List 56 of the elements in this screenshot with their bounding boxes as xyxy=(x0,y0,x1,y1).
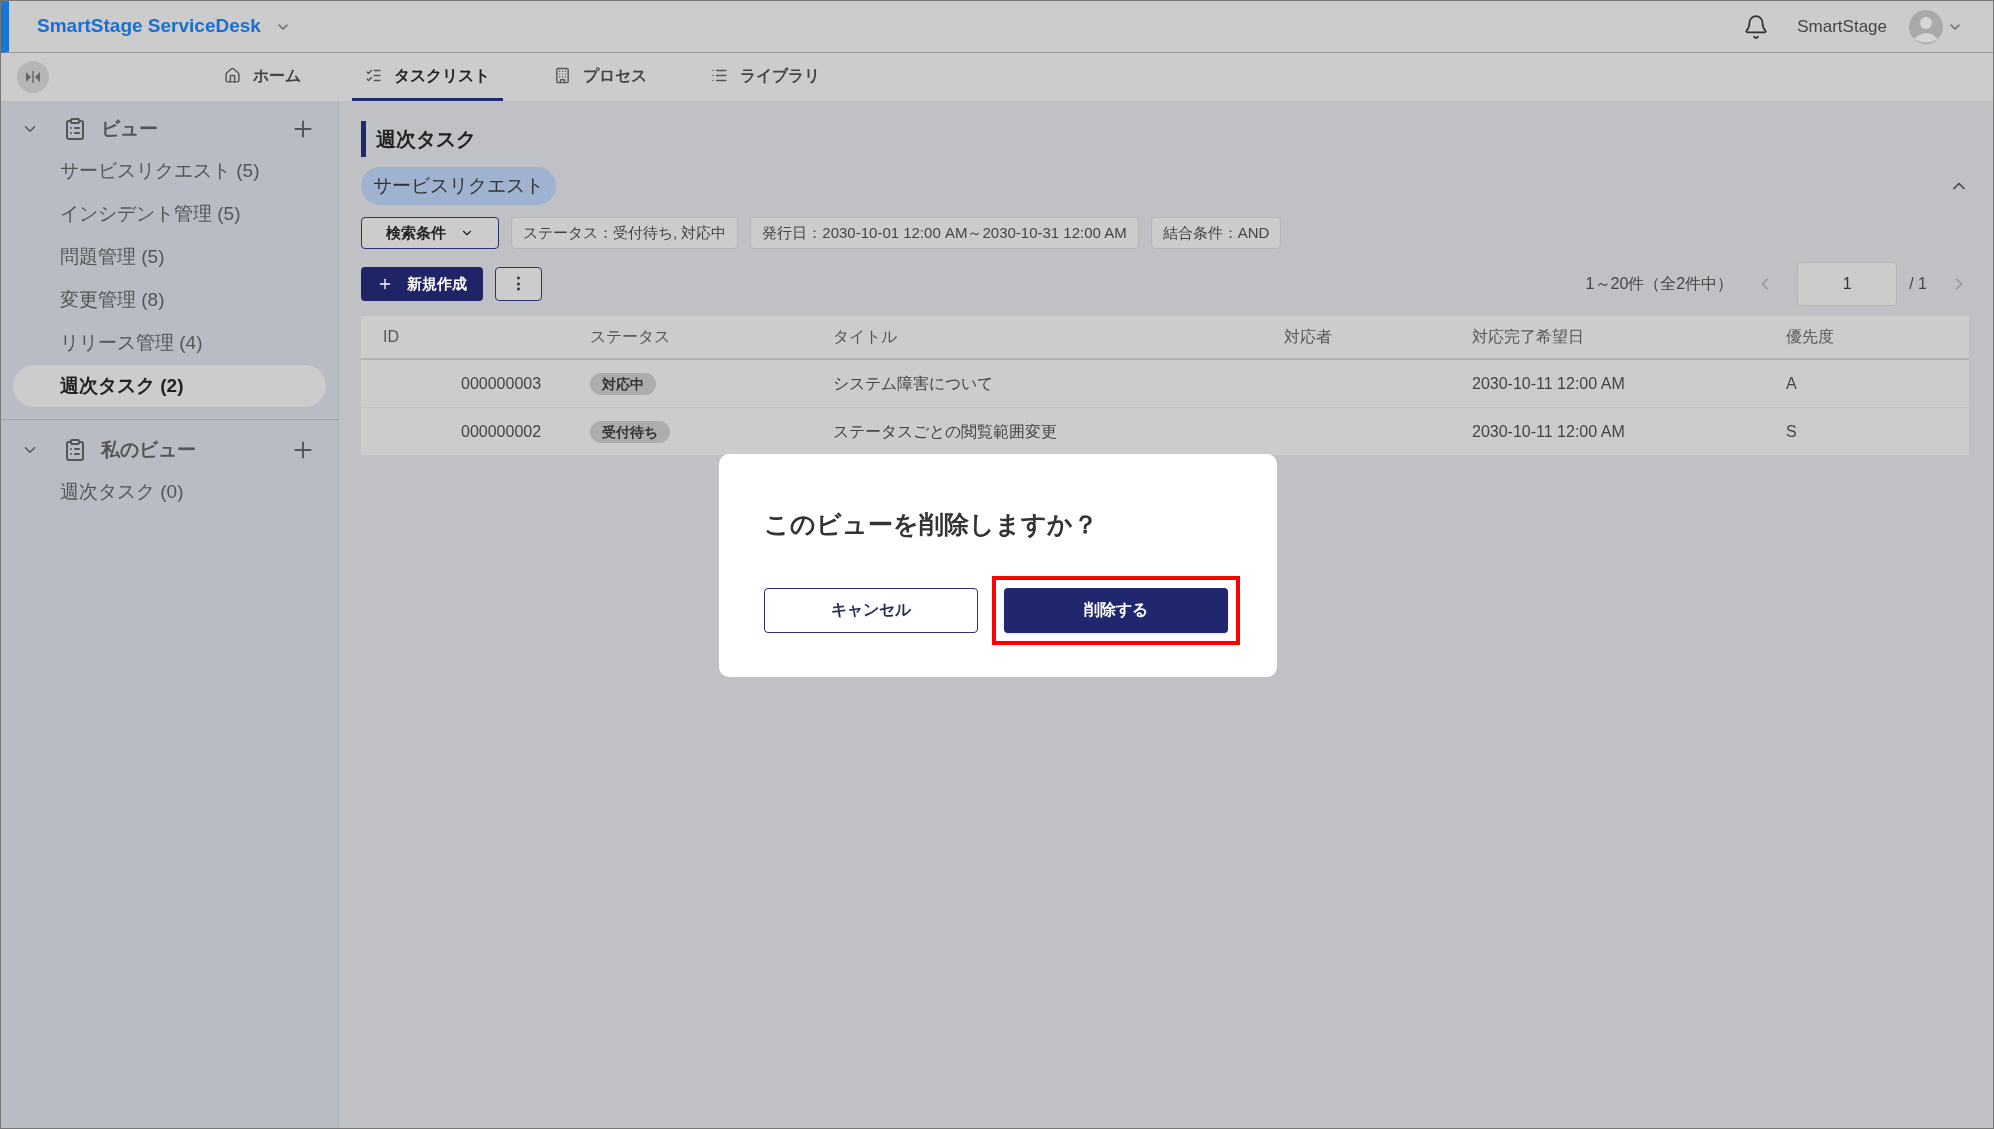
category-chip: サービスリクエスト xyxy=(361,167,556,205)
sidebar-item[interactable]: インシデント管理 (5) xyxy=(13,193,326,235)
sidebar-item[interactable]: 変更管理 (8) xyxy=(13,279,326,321)
list-icon xyxy=(711,67,728,84)
app-title[interactable]: SmartStage ServiceDesk xyxy=(37,12,261,41)
nav-tab[interactable]: プロセス xyxy=(541,53,660,101)
column-header: 優先度 xyxy=(1786,328,1834,345)
search-conditions-button[interactable]: 検索条件 xyxy=(361,217,499,249)
collapse-icon xyxy=(25,71,41,83)
table-cell: S xyxy=(1786,422,1797,440)
view-title: 週次タスク xyxy=(376,127,476,152)
clipboard-icon xyxy=(63,438,87,462)
sidebar-item[interactable]: サービスリクエスト (5) xyxy=(13,150,326,192)
column-header: タイトル xyxy=(833,328,897,345)
nav-tab[interactable]: タスクリスト xyxy=(352,53,503,101)
column-header: 対応完了希望日 xyxy=(1472,328,1584,345)
column-header: ステータス xyxy=(590,328,670,345)
sidebar-item[interactable]: 問題管理 (5) xyxy=(13,236,326,278)
checklist-icon xyxy=(365,67,382,84)
nav-tab[interactable]: ライブラリ xyxy=(698,53,833,101)
filter-chip: 発行日：2030-10-01 12:00 AM～2030-10-31 12:00 AM xyxy=(750,217,1139,249)
clipboard-icon xyxy=(63,117,87,141)
section-title: ビュー xyxy=(101,116,158,141)
column-header: ID xyxy=(383,328,399,345)
table-cell: ステータスごとの閲覧範囲変更 xyxy=(833,422,1057,440)
table-cell: システム障害について xyxy=(833,374,993,392)
title-accent-bar xyxy=(361,121,366,157)
cancel-button[interactable]: キャンセル xyxy=(764,587,978,633)
filter-chip: ステータス：受付待ち, 対応中 xyxy=(511,217,739,249)
filter-chip: 結合条件：AND xyxy=(1150,217,1282,249)
delete-button[interactable]: 削除する xyxy=(1004,587,1228,633)
building-icon xyxy=(554,67,571,84)
table-cell: A xyxy=(1786,374,1797,392)
sidebar-item[interactable]: 週次タスク (0) xyxy=(13,471,326,513)
table-cell: 2030-10-11 12:00 AM xyxy=(1472,374,1625,392)
table-cell: 000000003 xyxy=(461,374,542,392)
status-badge: 受付待ち xyxy=(590,420,670,443)
new-button[interactable]: 新規作成 xyxy=(361,267,483,301)
page-field[interactable]: 1 xyxy=(1797,262,1898,306)
plus-icon xyxy=(377,276,393,292)
home-icon xyxy=(224,67,241,84)
dialog-message: このビューを削除しますか？ xyxy=(764,509,1099,540)
user-name: SmartStage xyxy=(1797,15,1887,38)
sidebar-item[interactable]: 週次タスク (2) xyxy=(13,365,326,407)
pagination-range: 1～20件（全2件中） xyxy=(1585,274,1734,294)
section-title: 私のビュー xyxy=(101,437,196,462)
status-badge: 対応中 xyxy=(590,372,656,395)
sidebar-item[interactable]: リリース管理 (4) xyxy=(13,322,326,364)
notification-icon[interactable] xyxy=(1743,13,1770,40)
table-cell: 000000002 xyxy=(461,422,542,440)
page-total: / 1 xyxy=(1909,274,1927,294)
table-cell: 2030-10-11 12:00 AM xyxy=(1472,422,1625,440)
column-header: 対応者 xyxy=(1284,328,1332,345)
collapse-sidebar-button[interactable] xyxy=(17,61,49,93)
more-button[interactable]: ⋮ xyxy=(495,267,542,301)
nav-tab[interactable]: ホーム xyxy=(211,53,314,101)
